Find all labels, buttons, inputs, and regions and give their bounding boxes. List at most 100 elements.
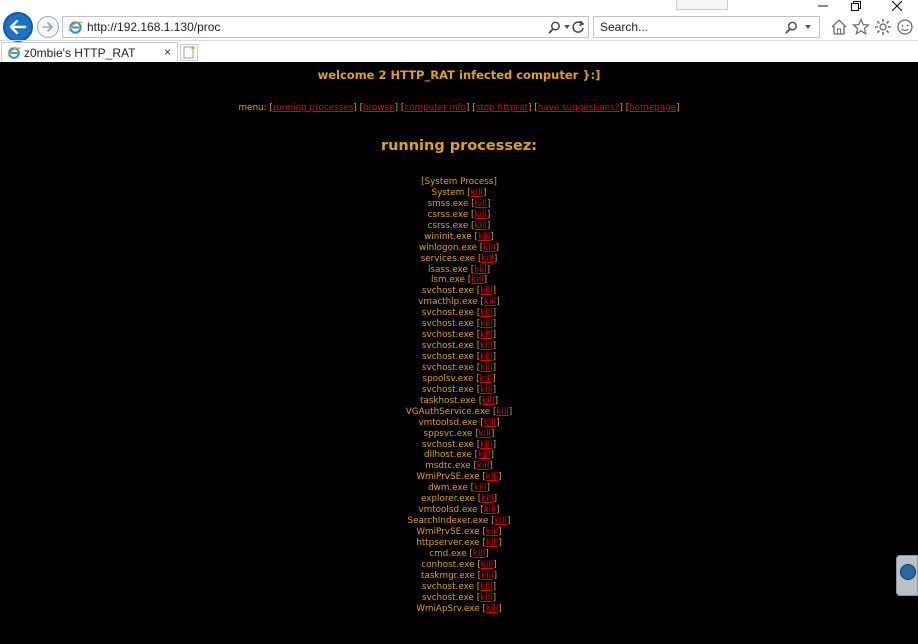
kill-link[interactable]: kill bbox=[478, 450, 490, 460]
kill-link[interactable]: kill bbox=[478, 232, 490, 242]
tab-active[interactable]: z0mbie's HTTP_RAT × bbox=[1, 42, 178, 63]
kill-link[interactable]: kill bbox=[481, 254, 493, 264]
gear-icon[interactable] bbox=[874, 18, 892, 36]
kill-link[interactable]: kill bbox=[486, 472, 498, 482]
search-icon[interactable] bbox=[784, 20, 799, 35]
kill-link[interactable]: kill bbox=[474, 210, 486, 220]
kill-link[interactable]: kill bbox=[480, 385, 492, 395]
kill-link[interactable]: kill bbox=[480, 363, 492, 373]
kill-link[interactable]: kill bbox=[480, 440, 492, 450]
list-item: csrss.exe [kill] bbox=[0, 221, 918, 232]
restore-button[interactable] bbox=[845, 0, 867, 12]
kill-link[interactable]: kill bbox=[480, 582, 492, 592]
kill-link[interactable]: kill bbox=[484, 297, 496, 307]
kill-link[interactable]: kill bbox=[480, 330, 492, 340]
bracket: ] bbox=[483, 187, 487, 198]
process-name: System bbox=[431, 187, 465, 198]
kill-link[interactable]: kill bbox=[480, 374, 492, 384]
list-item: winlogon.exe [kill] bbox=[0, 243, 918, 254]
kill-link[interactable]: kill bbox=[480, 352, 492, 362]
bracket: ] bbox=[492, 362, 497, 373]
kill-link[interactable]: kill bbox=[480, 341, 492, 351]
process-name: winlogon.exe bbox=[418, 242, 477, 253]
list-item: wininit.exe [kill] bbox=[0, 232, 918, 243]
tab-title: z0mbie's HTTP_RAT bbox=[24, 46, 136, 60]
process-name: sppsvc.exe bbox=[423, 428, 473, 439]
process-name: svchost.exe bbox=[421, 384, 474, 395]
forward-button[interactable] bbox=[37, 16, 59, 38]
kill-link[interactable]: kill bbox=[474, 265, 486, 275]
new-tab-button[interactable] bbox=[180, 44, 198, 61]
kill-link[interactable]: kill bbox=[484, 505, 496, 515]
kill-link[interactable]: kill bbox=[479, 429, 491, 439]
menu-link-browse[interactable]: browse bbox=[363, 103, 395, 113]
process-name: spoolsv.exe bbox=[422, 373, 474, 384]
process-name: explorer.exe bbox=[420, 494, 475, 505]
list-item: msdtc.exe [kill] bbox=[0, 461, 918, 472]
process-name: [System Process] bbox=[421, 177, 497, 187]
process-name: svchost.exe bbox=[421, 352, 474, 362]
close-window-button[interactable] bbox=[886, 0, 908, 12]
search-icon[interactable] bbox=[547, 20, 562, 35]
bracket: ] bbox=[498, 472, 502, 483]
menu-link-homepage[interactable]: homepage bbox=[629, 103, 676, 113]
search-input[interactable]: Search... bbox=[600, 20, 648, 34]
kill-link[interactable]: kill bbox=[480, 308, 492, 318]
list-item: vmacthlp.exe [kill] bbox=[0, 297, 918, 308]
bracket: ] bbox=[491, 428, 495, 439]
kill-link[interactable]: kill bbox=[481, 560, 493, 570]
chevron-down-icon[interactable] bbox=[564, 25, 570, 29]
list-item: dllhost.exe [kill] bbox=[0, 450, 918, 461]
list-item: svchost.exe [kill] bbox=[0, 330, 918, 341]
kill-link[interactable]: kill bbox=[486, 604, 498, 614]
kill-link[interactable]: kill bbox=[482, 396, 494, 406]
kill-link[interactable]: kill bbox=[471, 188, 483, 198]
tab-close-button[interactable]: × bbox=[164, 45, 171, 59]
kill-link[interactable]: kill bbox=[486, 527, 498, 537]
home-icon[interactable] bbox=[830, 18, 848, 36]
kill-link[interactable]: kill bbox=[475, 199, 487, 209]
menu-link-running-processes[interactable]: running processes bbox=[273, 103, 354, 113]
kill-link[interactable]: kill bbox=[473, 549, 485, 559]
bracket: ] bbox=[486, 198, 491, 209]
close-icon bbox=[892, 1, 902, 11]
kill-link[interactable]: kill bbox=[486, 538, 498, 548]
kill-link[interactable]: kill bbox=[495, 516, 507, 526]
menu-link-stop-httprat[interactable]: stop httprat bbox=[476, 103, 528, 113]
list-item: WmiPrvSE.exe [kill] bbox=[0, 472, 918, 483]
browser-chrome: http://192.168.1.130/proc Search... z0mb… bbox=[0, 0, 918, 63]
list-item: svchost.exe [kill] bbox=[0, 385, 918, 396]
list-item: SearchIndexer.exe [kill] bbox=[0, 516, 918, 527]
side-panel-tab[interactable] bbox=[896, 555, 918, 596]
kill-link[interactable]: kill bbox=[481, 571, 493, 581]
process-name: svchost.exe bbox=[421, 592, 474, 603]
kill-link[interactable]: kill bbox=[474, 483, 486, 493]
minimize-icon bbox=[818, 5, 828, 7]
page-title: running processez: bbox=[380, 138, 538, 154]
kill-link[interactable]: kill bbox=[471, 275, 483, 285]
back-button[interactable] bbox=[3, 12, 33, 42]
process-name: SearchIndexer.exe bbox=[407, 516, 489, 527]
kill-link[interactable]: kill bbox=[480, 319, 492, 329]
favorites-star-icon[interactable] bbox=[852, 18, 870, 36]
url-text[interactable]: http://192.168.1.130/proc bbox=[87, 20, 220, 34]
kill-link[interactable]: kill bbox=[480, 286, 492, 296]
kill-link[interactable]: kill bbox=[474, 221, 486, 231]
refresh-icon[interactable] bbox=[571, 20, 585, 34]
menu-link-have-suggestions[interactable]: have suggestions? bbox=[538, 103, 620, 113]
bracket: ] bbox=[493, 253, 498, 264]
search-box[interactable]: Search... bbox=[593, 16, 820, 38]
minimize-button[interactable] bbox=[812, 0, 834, 12]
chevron-down-icon[interactable] bbox=[805, 25, 811, 29]
smiley-feedback-icon[interactable] bbox=[896, 18, 914, 36]
kill-link[interactable]: kill bbox=[480, 593, 492, 603]
kill-link[interactable]: kill bbox=[477, 461, 489, 471]
kill-link[interactable]: kill bbox=[481, 494, 493, 504]
bracket: ] bbox=[492, 352, 497, 362]
list-item: sppsvc.exe [kill] bbox=[0, 429, 918, 440]
kill-link[interactable]: kill bbox=[484, 418, 496, 428]
kill-link[interactable]: kill bbox=[496, 407, 508, 417]
kill-link[interactable]: kill bbox=[483, 243, 495, 253]
address-bar[interactable]: http://192.168.1.130/proc bbox=[62, 16, 589, 38]
menu-link-computer-info[interactable]: computer info bbox=[404, 103, 466, 113]
